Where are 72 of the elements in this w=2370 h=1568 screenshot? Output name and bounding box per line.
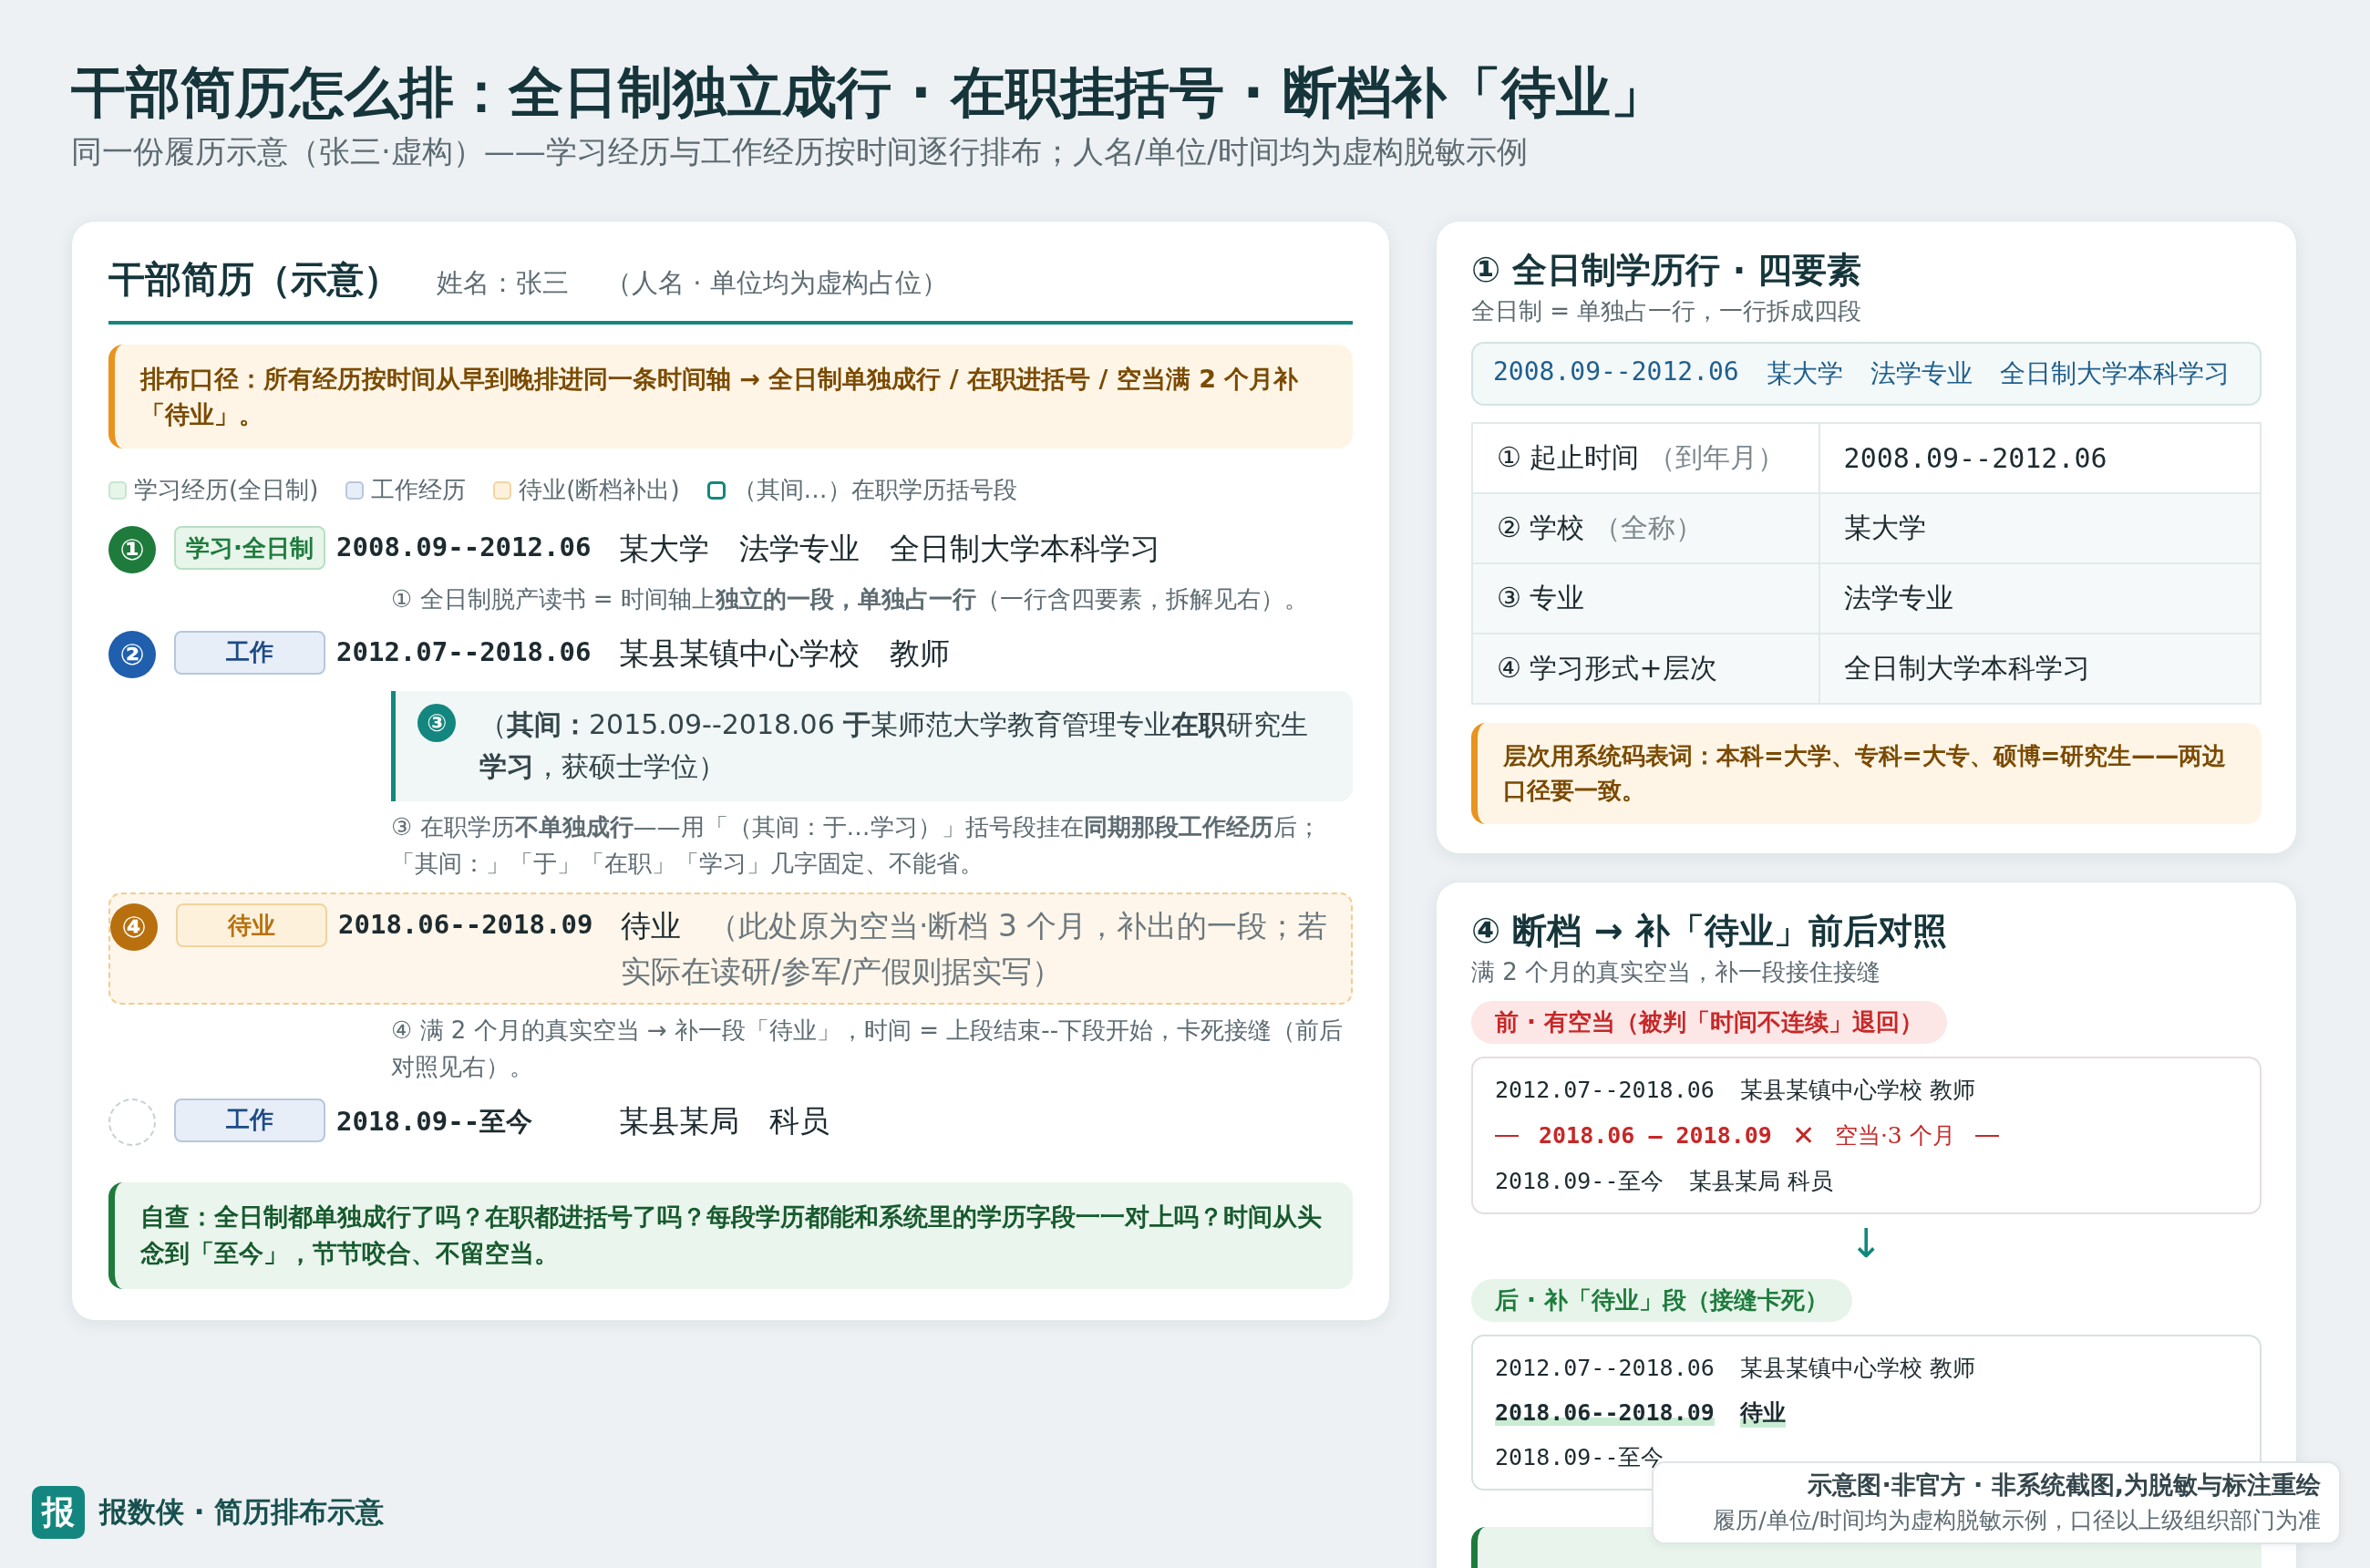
- entry-tag: 工作: [174, 1098, 325, 1142]
- annotation: ④ 满 2 个月的真实空当 → 补一段「待业」，时间 = 上段结束--下段开始，卡死接缝（前后对照见右）。: [391, 1016, 1345, 1083]
- gap-period: 2018.06 – 2018.09: [1539, 1122, 1772, 1150]
- entry-period: 2012.07--2018.06: [336, 634, 592, 667]
- empty-circle-icon: [108, 1098, 156, 1146]
- entry-period: 2018.06--2018.09: [338, 908, 594, 941]
- legend-label: 学习经历(全日制): [134, 475, 319, 506]
- legend-swatch: [108, 480, 127, 500]
- example-part: 2008.09--2012.06: [1493, 356, 1739, 388]
- dash-line: [1974, 1134, 1999, 1137]
- entry-tag: 待业: [176, 903, 327, 948]
- legend-label: 待业(断档补出): [519, 475, 680, 506]
- line-period: 2018.09--至今: [1495, 1442, 1664, 1472]
- example-part: 全日制大学本科学习: [1999, 357, 2230, 390]
- legend-label: 工作经历: [371, 475, 467, 506]
- entry-tag: 学习·全日制: [174, 526, 325, 571]
- disclaimer-text: 履历/单位/时间均为虚构脱敏示例，口径以上级组织部门为准: [1713, 1506, 2321, 1535]
- legend-swatch: [706, 480, 726, 500]
- table-cell: 法学专业: [1819, 563, 2261, 634]
- entry-text: 某县某镇中心学校 教师: [619, 634, 951, 673]
- table-cell: ④ 学习形式+层次: [1472, 634, 1819, 704]
- line-text: 某县某局 科员: [1689, 1167, 1834, 1197]
- legend-swatch: [345, 480, 365, 500]
- before-label: 前 · 有空当（被判「时间不连续」退回）: [1471, 1001, 1947, 1045]
- annotation: ③ 在职学历不单独成行——用「（其间：于…学习）」括号段挂在同期那段工作经历后；「其间：」「于」「在职」「学习」几字固定、不能省。: [391, 811, 1322, 879]
- gap-text: 空当·3 个月: [1834, 1121, 1955, 1151]
- table-cell: ② 学校 （全称）: [1472, 493, 1819, 563]
- legend-swatch: [493, 480, 512, 500]
- line-period: 2012.07--2018.06: [1495, 1077, 1715, 1104]
- table-cell: 全日制大学本科学习: [1819, 634, 2261, 704]
- entry-period: 2018.09--至今: [336, 1104, 534, 1139]
- down-arrow-icon: ↓: [1471, 1222, 2262, 1266]
- brand-logo: 报: [32, 1486, 85, 1539]
- disclaimer-title: 示意图·非官方 · 非系统截图,为脱敏与标注重绘: [1808, 1470, 2321, 1501]
- annotation: ① 全日制脱产读书 = 时间轴上独立的一段，单独占一行（一行含四要素，拆解见右）。: [391, 584, 1309, 615]
- line-period: 2018.09--至今: [1495, 1167, 1664, 1197]
- table-cell: 2008.09--2012.06: [1819, 423, 2261, 493]
- card-subtitle: 全日制 = 单独占一行，一行拆成四段: [1471, 296, 1863, 326]
- entry-text: 待业 （此处原为空当·断档 3 个月，补出的一段；若实际在读研/参军/产假则据实写）: [621, 907, 1329, 991]
- placeholder-note: （人名 · 单位均为虚构占位）: [605, 266, 948, 300]
- table-cell: ③ 专业: [1472, 563, 1819, 634]
- dash-line: [1495, 1134, 1519, 1137]
- tip-note: 层次用系统码表词：本科=大学、专科=大专、硕博=研究生——两边口径要一致。: [1471, 723, 2262, 825]
- page-title: 干部简历怎么排：全日制独立成行 · 在职挂括号 · 断档补「待业」: [71, 59, 1667, 126]
- bracket-text: （其间：2015.09--2018.06 于某师范大学教育管理专业在职研究生学习，获硕士学位）: [479, 707, 1310, 785]
- entry-tag: 工作: [174, 630, 325, 675]
- after-label: 后 · 补「待业」段（接缝卡死）: [1471, 1278, 1852, 1322]
- line-text: 某县某镇中心学校 教师: [1739, 1353, 1975, 1383]
- card-title: 干部简历（示意）: [108, 257, 400, 302]
- example-part: 法学专业: [1870, 357, 1973, 390]
- line-period: 2012.07--2018.06: [1495, 1354, 1715, 1381]
- cross-mark: ✕: [1791, 1119, 1815, 1152]
- step-badge: ①: [108, 526, 156, 574]
- legend-label: （其间…）在职学历括号段: [732, 475, 1017, 506]
- entry-text: 某大学 法学专业 全日制大学本科学习: [619, 530, 1161, 569]
- card-title: ④ 断档 → 补「待业」前后对照: [1471, 910, 1948, 954]
- line-text: 某县某镇中心学校 教师: [1739, 1076, 1975, 1106]
- example-part: 某大学: [1766, 357, 1843, 390]
- step-badge: ②: [108, 630, 156, 678]
- card-title: ① 全日制学历行 · 四要素: [1471, 249, 1863, 292]
- step-badge: ④: [110, 903, 158, 952]
- table-cell: ① 起止时间 （到年月）: [1472, 423, 1819, 493]
- rule-note: 排布口径：所有经历按时间从早到晚排进同一条时间轴 → 全日制单独成行 / 在职进括号 / 空当满 2 个月补「待业」。: [108, 345, 1353, 449]
- table-cell: 某大学: [1819, 493, 2261, 563]
- page-subtitle: 同一份履历示意（张三·虚构）——学习经历与工作经历按时间逐行排布；人名/单位/时间均为虚构脱敏示例: [71, 132, 1529, 171]
- entry-text: 某县某局 科员: [619, 1101, 830, 1140]
- self-check-note: 自查：全日制都单独成行了吗？在职都进括号了吗？每段学历都能和系统里的学历字段一一对上吗？时间从头念到「至今」，节节咬合、不留空当。: [108, 1181, 1353, 1289]
- brand-name: 报数侠 · 简历排布示意: [99, 1494, 385, 1530]
- card-subtitle: 满 2 个月的真实空当，补一段接住接缝: [1471, 957, 1882, 988]
- step-badge: ③: [417, 703, 456, 742]
- entry-period: 2008.09--2012.06: [336, 531, 592, 563]
- person-name: 姓名：张三: [437, 266, 569, 300]
